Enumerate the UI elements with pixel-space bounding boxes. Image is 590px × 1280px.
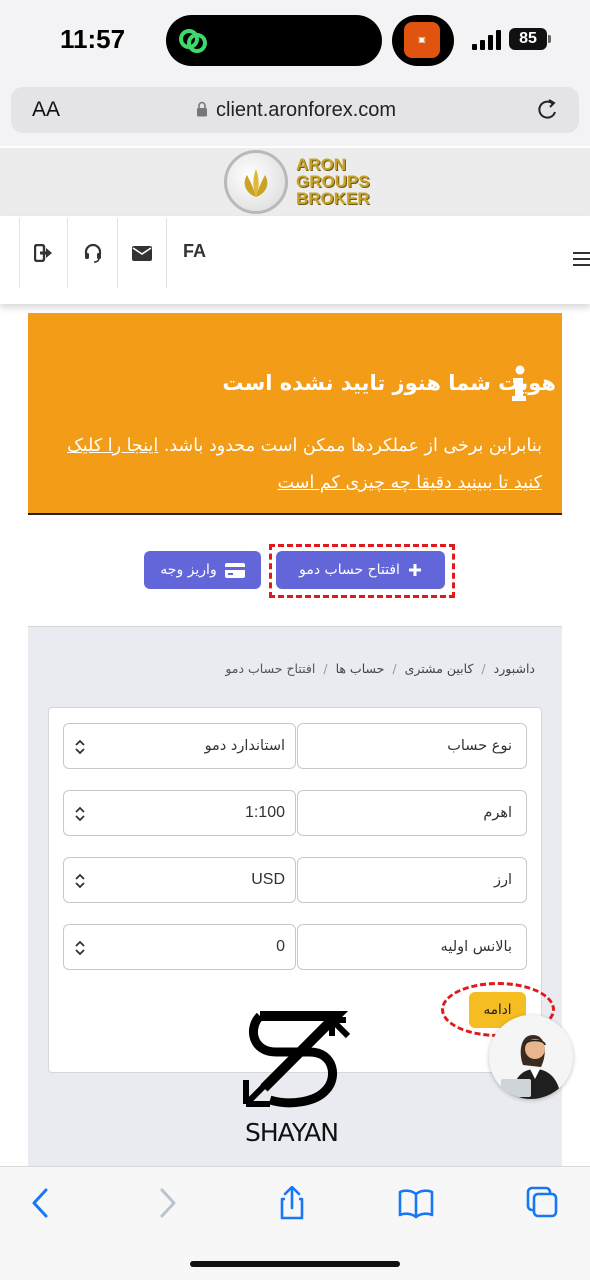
select-arrows-icon — [75, 873, 85, 889]
breadcrumb-separator: / — [481, 661, 486, 676]
status-time: 11:57 — [60, 24, 126, 54]
initial-balance-label: بالانس اولیه — [297, 924, 527, 970]
brand-line-1: ARON — [296, 155, 347, 174]
deposit-button[interactable]: واریز وجه — [144, 551, 261, 589]
breadcrumb-separator: / — [392, 661, 397, 676]
watermark-text: SHAYAN — [245, 1118, 339, 1147]
select-arrows-icon — [75, 739, 85, 755]
back-icon[interactable] — [24, 1186, 60, 1220]
language-switch[interactable]: FA — [183, 241, 206, 262]
account-type-label: نوع حساب — [297, 723, 527, 769]
home-indicator — [190, 1261, 400, 1267]
breadcrumb-separator: / — [323, 661, 328, 676]
initial-balance-select[interactable]: 0 — [63, 924, 296, 970]
menu-icon[interactable] — [573, 252, 590, 268]
aa-label: AA — [32, 98, 61, 121]
leaf-logo-icon — [244, 169, 268, 197]
alert-body-text: بنابراین برخی از عملکردها ممکن است محدود… — [163, 436, 542, 456]
leverage-select[interactable]: 1:100 — [63, 790, 296, 836]
reader-settings-button[interactable]: AA — [32, 98, 60, 122]
breadcrumb-accounts[interactable]: حساب ها — [336, 661, 385, 676]
forward-icon[interactable] — [150, 1186, 186, 1220]
brand-line-2: GROUPS — [296, 172, 370, 191]
breadcrumb-dashboard[interactable]: داشبورد — [494, 661, 535, 676]
currency-select[interactable]: USD — [63, 857, 296, 903]
currency-label: ارز — [297, 857, 527, 903]
link-activity-icon — [179, 29, 207, 53]
account-type-select[interactable]: استاندارد دمو — [63, 723, 296, 769]
plus-icon — [408, 564, 421, 576]
app-activity-icon: ▣ — [404, 22, 440, 58]
live-chat-avatar[interactable] — [489, 1015, 573, 1099]
site-header — [0, 148, 590, 216]
support-agent-icon — [489, 1015, 573, 1099]
envelope-icon — [132, 245, 152, 261]
select-arrows-icon — [75, 806, 85, 822]
reload-icon[interactable] — [536, 97, 560, 123]
support-button[interactable] — [69, 218, 118, 288]
open-demo-account-button[interactable]: افتتاح حساب دمو — [276, 551, 445, 589]
cellular-signal-icon — [472, 30, 501, 50]
lock-icon — [197, 101, 207, 117]
shayan-watermark-logo — [243, 1011, 351, 1108]
brand-wordmark: ARON GROUPS BROKER — [296, 156, 370, 207]
alert-title: هویت شما هنوز تایید نشده است — [222, 371, 556, 395]
bookmarks-icon[interactable] — [398, 1186, 434, 1220]
credit-card-icon — [224, 562, 245, 578]
aron-logo-emblem[interactable] — [224, 150, 288, 214]
battery-indicator: 85 — [509, 28, 547, 50]
open-demo-label: افتتاح حساب دمو — [299, 562, 400, 578]
sign-out-icon — [33, 244, 52, 262]
headset-icon — [84, 243, 102, 263]
breadcrumb-current: افتتاح حساب دمو — [225, 661, 316, 676]
logout-button[interactable] — [19, 218, 68, 288]
initial-balance-value: 0 — [276, 938, 285, 955]
tabs-icon[interactable] — [524, 1186, 560, 1220]
deposit-label: واریز وجه — [160, 562, 217, 578]
share-icon[interactable] — [274, 1186, 310, 1220]
continue-label: ادامه — [483, 1002, 512, 1018]
brand-line-3: BROKER — [296, 189, 370, 208]
messages-button[interactable] — [118, 218, 167, 288]
account-type-value: استاندارد دمو — [204, 738, 285, 754]
currency-value: USD — [251, 871, 285, 888]
info-icon — [512, 365, 526, 401]
breadcrumb: داشبورد / کابین مشتری / حساب ها / افتتاح حساب … — [225, 661, 535, 676]
battery-tip — [548, 35, 551, 43]
leverage-label: اهرم — [297, 790, 527, 836]
select-arrows-icon — [75, 940, 85, 956]
breadcrumb-client-cabinet[interactable]: کابین مشتری — [405, 661, 474, 676]
leverage-value: 1:100 — [244, 804, 285, 821]
alert-message: بنابراین برخی از عملکردها ممکن است محدود… — [62, 428, 542, 502]
url-text[interactable]: client.aronforex.com — [216, 99, 396, 122]
